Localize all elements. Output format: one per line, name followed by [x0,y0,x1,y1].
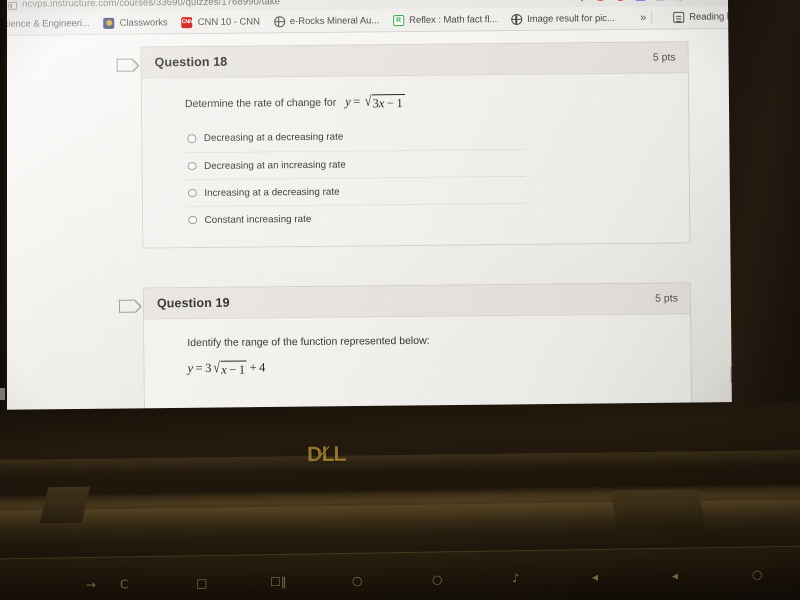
answer-option[interactable]: Decreasing at an increasing rate [185,148,526,180]
fkey-volume-down-icon[interactable]: ◂ [592,570,598,584]
fkey-volume-up-icon[interactable]: ◂ [672,569,678,583]
radicand-operator: − [229,362,237,377]
answer-option[interactable]: Constant increasing rate [186,202,527,234]
bookmark-label: CNN 10 - CNN [197,15,260,28]
bookmark-image-result[interactable]: Image result for pic... [506,10,620,26]
right-bezel [728,0,800,430]
answer-label: Decreasing at a decreasing rate [203,131,344,144]
bookmark-classworks[interactable]: Classworks [99,15,173,31]
formula-equals: = [353,94,361,109]
bookmark-label: e-Rocks Mineral Au... [289,14,380,27]
question-prompt-row: Determine the rate of change for y = √ 3… [185,91,688,113]
formula-coefficient: 3 [205,360,212,375]
fkey-window-icon[interactable]: ☐∥ [270,575,287,589]
globe-icon [511,13,523,25]
formula-tail-constant: 4 [259,360,266,375]
answer-options-list: Decreasing at a decreasing rate Decreasi… [185,122,527,234]
dell-logo: D ∕ LL [307,443,346,467]
answer-option[interactable]: Decreasing at a decreasing rate [185,122,525,152]
question-title: Question 19 [156,295,230,311]
fkey-tab-icon[interactable]: → [86,578,96,592]
radicand: 3x − 1 [371,94,405,112]
question-formula: y = 3 √ x − 1 + 4 [187,360,265,378]
radio-button[interactable] [187,161,197,171]
deck-notch-right [610,489,706,531]
deck-notch-left [39,486,91,524]
answer-option[interactable]: Increasing at a decreasing rate [185,175,526,207]
pin-icon[interactable] [576,0,587,2]
radical-sign: √ [213,360,221,377]
left-edge-tab [0,388,5,400]
bookmark-label: Image result for pic... [527,12,615,25]
formula-equals: = [195,360,203,376]
bookmark-label: Science & Engineeri... [0,17,90,30]
globe-icon [273,15,285,27]
fkey-power-icon[interactable]: ○ [752,567,763,581]
question-prompt-row: Identify the range of the function repre… [187,332,690,349]
extension-icon-group [576,0,739,2]
fkey-brightness-up-icon[interactable]: ○ [432,572,443,586]
question-card: Question 18 5 pts Determine the rate of … [140,41,691,249]
laptop-screen: ncvps.instructure.com/courses/33690/quiz… [0,0,747,420]
radicand: x − 1 [220,360,248,378]
bookmarks-overflow-button[interactable]: » [640,12,646,24]
answer-label: Increasing at a decreasing rate [204,186,340,199]
question-block-18: Question 18 5 pts Determine the rate of … [116,41,691,249]
question-formula: y = √ 3x − 1 [345,94,405,112]
extension-blue-icon[interactable] [634,0,647,1]
answer-label: Decreasing at an increasing rate [204,159,346,172]
formula-tail-operator: + [249,360,257,375]
question-card: Question 19 5 pts Identify the range of … [142,282,692,410]
question-prompt-text: Identify the range of the function repre… [187,334,430,350]
radicand-constant: 1 [396,96,403,111]
bookmark-label: Reflex : Math fact fl... [409,13,498,26]
fkey-refresh-icon[interactable]: C [120,577,129,591]
fkey-fullscreen-icon[interactable]: □ [196,576,208,590]
classworks-icon [103,17,115,29]
screen-surface: ncvps.instructure.com/courses/33690/quiz… [0,0,747,420]
page-info-icon[interactable] [8,1,18,10]
bookmark-science-engineering[interactable]: Science & Engineeri... [0,15,95,31]
flag-question-icon[interactable] [116,58,133,72]
radio-button[interactable] [187,134,196,143]
fkey-mute-icon[interactable]: ♪ [512,571,520,585]
extension-orange-icon[interactable] [614,0,627,2]
radical-sign: √ [365,93,372,110]
question-prompt-text: Determine the rate of change for [184,96,337,111]
quiz-page: Question 18 5 pts Determine the rate of … [0,29,746,420]
bookmarks-divider [651,10,653,25]
answer-label: Constant increasing rate [204,213,312,226]
left-bezel-edge [0,0,7,430]
question-points: 5 pts [655,292,678,305]
question-body: Identify the range of the function repre… [144,314,691,409]
bookmark-reflex[interactable]: R Reflex : Math fact fl... [388,12,502,28]
radio-button[interactable] [187,188,197,198]
bookmark-erocks[interactable]: e-Rocks Mineral Au... [269,13,384,29]
reading-list-icon [673,11,685,23]
radicand-operator: − [386,96,395,111]
flag-question-icon[interactable] [118,299,136,313]
bookmark-cnn10[interactable]: CNN CNN 10 - CNN [177,14,265,30]
fkey-brightness-down-icon[interactable]: ○ [352,574,363,588]
reflex-icon: R [393,14,405,26]
question-block-19: Question 19 5 pts Identify the range of … [118,282,692,410]
square-root-icon: √ x − 1 [213,360,248,378]
extension-red-icon[interactable] [594,0,607,2]
radicand-constant: 1 [238,362,246,377]
question-body: Determine the rate of change for y = √ 3… [141,73,690,248]
address-bar-url[interactable]: ncvps.instructure.com/courses/33690/quiz… [22,0,280,10]
cnn-icon: CNN [181,16,193,28]
question-title: Question 18 [154,54,228,70]
bookmark-label: Classworks [119,16,168,29]
photo-of-laptop: ncvps.instructure.com/courses/33690/quiz… [0,0,800,600]
question-points: 5 pts [652,51,676,64]
radio-button[interactable] [188,215,197,225]
square-root-icon: √ 3x − 1 [364,93,405,112]
extension-gray-icon[interactable] [654,0,667,1]
